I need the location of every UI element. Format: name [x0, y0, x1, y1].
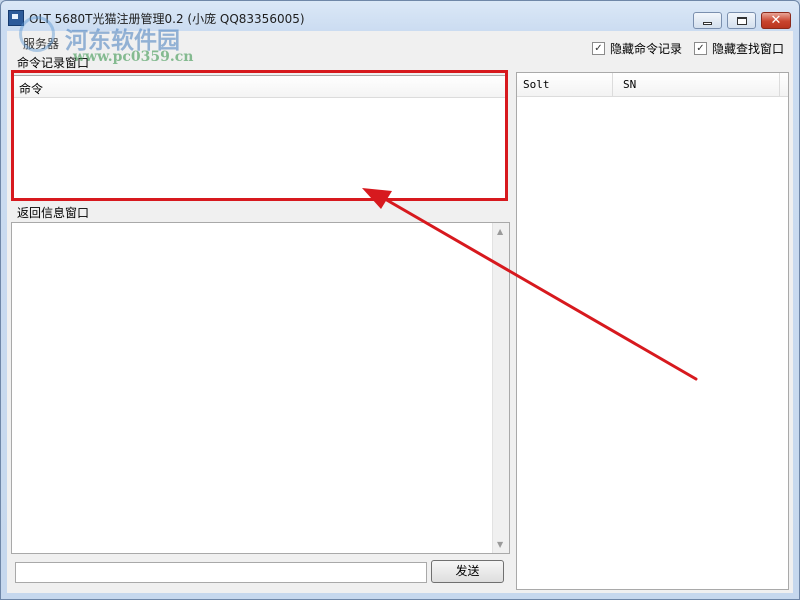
- close-button[interactable]: ✕: [761, 12, 791, 29]
- response-scrollbar[interactable]: ▲ ▼: [492, 223, 509, 553]
- window-title: OLT 5680T光猫注册管理0.2 (小庞 QQ83356005): [29, 12, 305, 26]
- app-icon: [8, 10, 24, 26]
- column-header-solt[interactable]: Solt: [517, 73, 613, 96]
- cmd-column-header[interactable]: 命令: [12, 76, 507, 98]
- app-window: OLT 5680T光猫注册管理0.2 (小庞 QQ83356005) ✕ 服务器…: [0, 0, 800, 600]
- maximize-button[interactable]: [727, 12, 756, 29]
- close-icon: ✕: [770, 13, 782, 28]
- client-area: 服务器 ✓ 隐藏命令记录 ✓ 隐藏查找窗口 命令记录窗口 命令 返回信息窗口 ▲…: [7, 31, 793, 593]
- scroll-up-arrow-icon[interactable]: ▲: [497, 227, 503, 236]
- cmd-record-section-label: 命令记录窗口: [17, 56, 90, 70]
- title-bar[interactable]: OLT 5680T光猫注册管理0.2 (小庞 QQ83356005) ✕: [1, 1, 799, 31]
- hide-cmd-record-checkbox[interactable]: ✓ 隐藏命令记录: [592, 40, 682, 57]
- menu-item-server[interactable]: 服务器: [23, 35, 59, 52]
- hide-cmd-record-label: 隐藏命令记录: [610, 42, 683, 56]
- hide-search-window-checkbox[interactable]: ✓ 隐藏查找窗口: [694, 40, 784, 57]
- response-section-label: 返回信息窗口: [17, 206, 90, 220]
- column-header-sn[interactable]: SN: [613, 73, 780, 96]
- maximize-icon: [736, 16, 747, 25]
- checkmark-icon[interactable]: ✓: [592, 42, 605, 55]
- search-list[interactable]: Solt SN: [516, 72, 789, 590]
- minimize-icon: [703, 22, 712, 25]
- cmd-record-list[interactable]: 命令: [11, 75, 508, 199]
- minimize-button[interactable]: [693, 12, 722, 29]
- checkmark-icon[interactable]: ✓: [694, 42, 707, 55]
- command-input[interactable]: [15, 562, 427, 583]
- scroll-down-arrow-icon[interactable]: ▼: [497, 540, 503, 549]
- response-textarea[interactable]: ▲ ▼: [11, 222, 510, 554]
- hide-search-window-label: 隐藏查找窗口: [712, 42, 785, 56]
- search-list-header: Solt SN: [517, 73, 788, 97]
- send-button[interactable]: 发送: [431, 560, 504, 583]
